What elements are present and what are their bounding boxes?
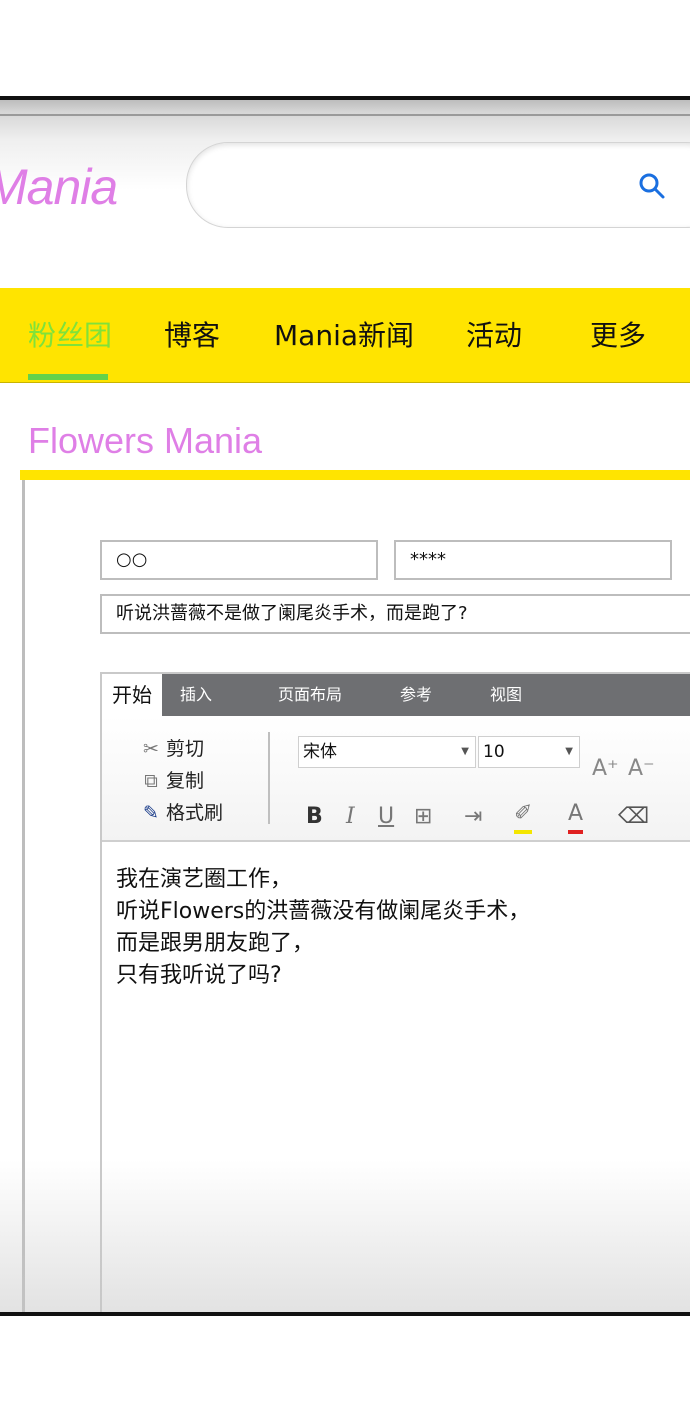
format-painter-icon: ✎ — [143, 802, 159, 824]
top-header: Mania — [0, 100, 690, 288]
search-bar[interactable] — [186, 142, 690, 228]
app-frame: Mania 粉丝团 博客 Mania新闻 活动 更多 Flowers Mania… — [0, 96, 690, 1316]
copy-button[interactable]: ⧉ 复制 — [140, 766, 204, 796]
copy-label: 复制 — [166, 770, 205, 792]
ribbon-home-panel: ✂ 剪切 ⧉ 复制 ✎ 格式刷 宋体 ▼ 10 ▼ A⁺ A⁻ B I U ⊞ ⇥ — [102, 716, 690, 842]
format-painter-label: 格式刷 — [166, 802, 224, 824]
cut-button[interactable]: ✂ 剪切 — [140, 734, 204, 764]
chevron-down-icon: ▼ — [565, 746, 573, 757]
copy-icon: ⧉ — [144, 770, 158, 792]
cut-label: 剪切 — [166, 738, 205, 760]
editor-line: 我在演艺圈工作， — [116, 867, 293, 892]
editor-body[interactable]: 我在演艺圈工作， 听说Flowers的洪蔷薇没有做阑尾炎手术， 而是跟男朋友跑了… — [116, 864, 530, 992]
font-color-icon[interactable]: A — [568, 803, 584, 834]
ribbon-tab-bar: 开始 插入 页面布局 参考 视图 — [102, 674, 690, 716]
font-name-select[interactable]: 宋体 ▼ — [298, 736, 476, 768]
ribbon-separator — [268, 732, 270, 824]
chevron-down-icon: ▼ — [461, 746, 469, 757]
editor-line: 而是跟男朋友跑了， — [116, 931, 315, 956]
search-input[interactable] — [217, 163, 621, 209]
nav-item-fanclub[interactable]: 粉丝团 — [28, 314, 112, 354]
tab-view[interactable]: 视图 — [490, 674, 522, 716]
tab-page-layout[interactable]: 页面布局 — [278, 674, 342, 716]
name-field[interactable]: ○○ — [100, 540, 378, 580]
font-size-value: 10 — [483, 742, 505, 762]
eraser-icon[interactable]: ⌫ — [618, 804, 649, 829]
grow-font-icon[interactable]: A⁺ — [592, 756, 619, 781]
shrink-font-icon[interactable]: A⁻ — [628, 756, 655, 781]
search-icon[interactable] — [637, 171, 667, 201]
editor-line: 听说Flowers的洪蔷薇没有做阑尾炎手术， — [116, 899, 531, 924]
password-field[interactable]: **** — [394, 540, 672, 580]
subject-field[interactable]: 听说洪蔷薇不是做了阑尾炎手术，而是跑了? — [100, 594, 690, 634]
border-icon[interactable]: ⊞ — [414, 804, 432, 829]
nav-active-indicator — [28, 374, 108, 380]
font-size-select[interactable]: 10 ▼ — [478, 736, 580, 768]
scissors-icon: ✂ — [143, 738, 159, 760]
bold-icon[interactable]: B — [306, 804, 323, 829]
nav-item-events[interactable]: 活动 — [466, 314, 522, 354]
italic-icon[interactable]: I — [346, 804, 355, 829]
format-painter-button[interactable]: ✎ 格式刷 — [140, 798, 223, 828]
tab-home[interactable]: 开始 — [102, 674, 162, 716]
nav-item-blog[interactable]: 博客 — [164, 314, 220, 354]
title-rule — [20, 470, 690, 480]
underline-icon[interactable]: U — [378, 804, 394, 829]
editor-line: 只有我听说了吗? — [116, 963, 282, 988]
page-title: Flowers Mania — [28, 420, 263, 461]
main-nav: 粉丝团 博客 Mania新闻 活动 更多 — [0, 288, 690, 383]
nav-item-mania-news[interactable]: Mania新闻 — [274, 314, 414, 354]
indent-icon[interactable]: ⇥ — [464, 804, 482, 829]
highlight-icon[interactable]: ✐ — [514, 803, 533, 834]
tab-references[interactable]: 参考 — [400, 674, 432, 716]
rich-text-editor: 开始 插入 页面布局 参考 视图 ✂ 剪切 ⧉ 复制 ✎ 格式刷 宋体 ▼ 10 — [100, 672, 690, 1312]
header-divider — [0, 114, 690, 116]
nav-item-more[interactable]: 更多 — [590, 314, 646, 354]
site-logo[interactable]: Mania — [0, 158, 118, 216]
font-name-value: 宋体 — [303, 742, 337, 762]
tab-insert[interactable]: 插入 — [180, 674, 212, 716]
